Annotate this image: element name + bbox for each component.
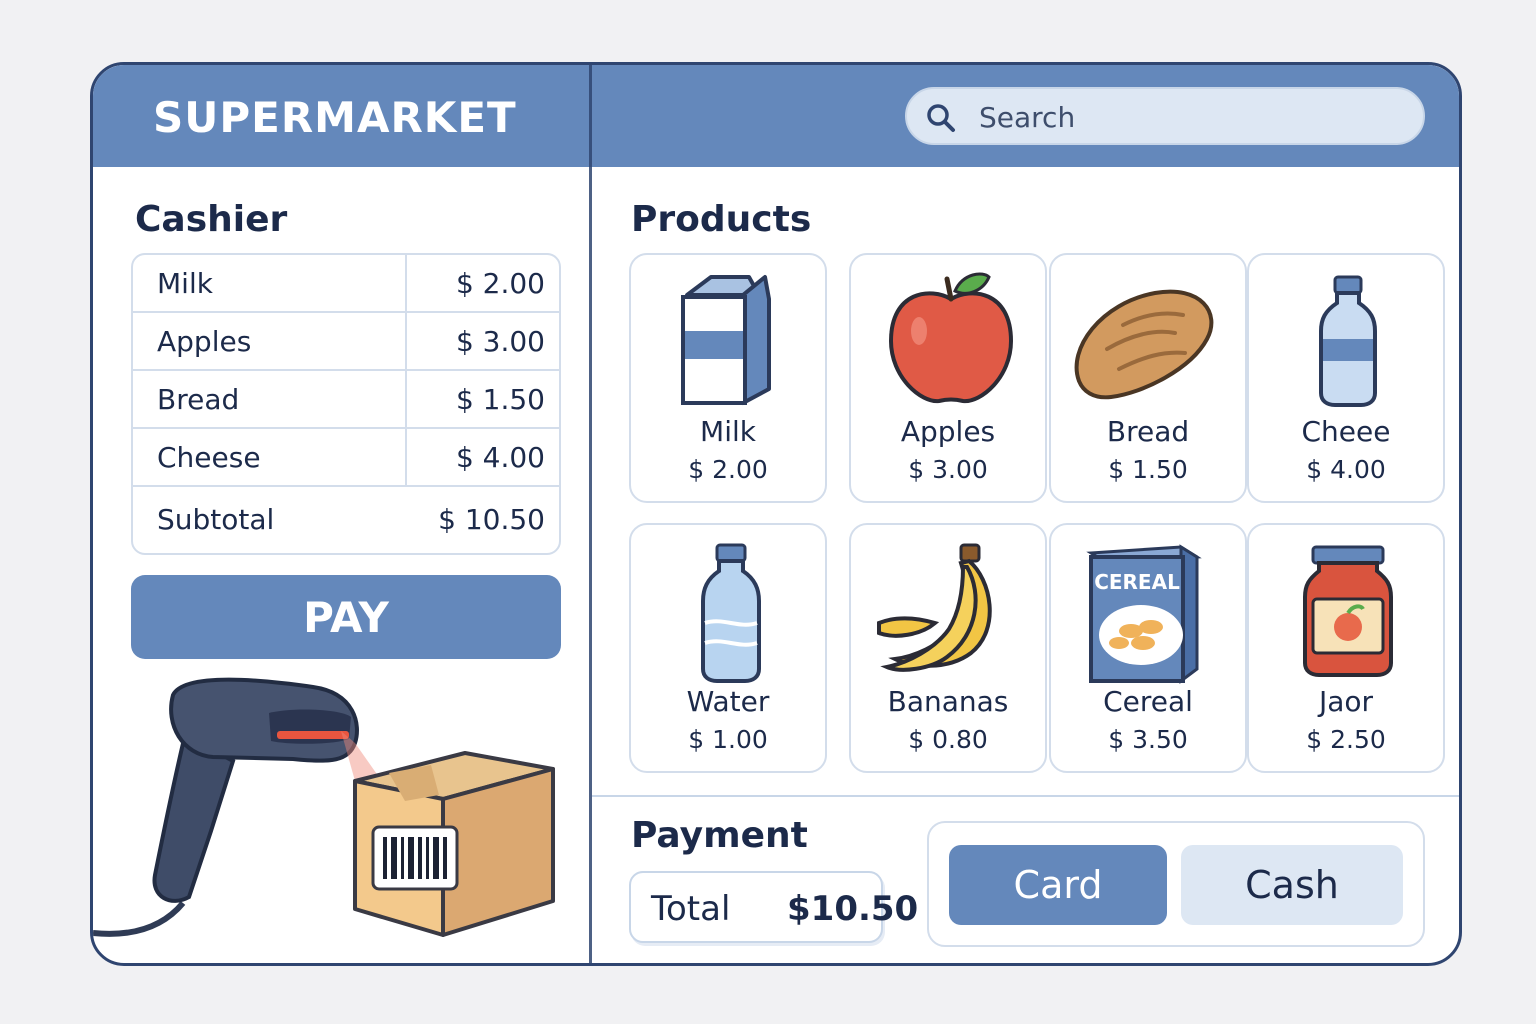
product-name: Bread	[1106, 415, 1190, 448]
receipt-item-name: Milk	[157, 267, 213, 300]
cereal-box-label: CEREAL	[1094, 570, 1180, 594]
column-separator	[405, 371, 407, 427]
product-price: $ 3.50	[1108, 725, 1188, 754]
product-name: Bananas	[887, 685, 1009, 718]
product-card-bananas[interactable]: Bananas $ 0.80	[849, 523, 1047, 773]
bottle-icon	[1319, 275, 1377, 407]
column-divider	[589, 65, 592, 963]
cashier-receipt-table: Milk $ 2.00 Apples $ 3.00 Bread $ 1.50 C…	[131, 253, 561, 555]
subtotal-row: Subtotal $ 10.50	[133, 489, 559, 553]
payment-method-group: Card Cash	[927, 821, 1425, 947]
receipt-item-name: Bread	[157, 383, 240, 416]
total-label: Total	[651, 889, 731, 929]
product-price: $ 0.80	[908, 725, 988, 754]
bread-icon	[1074, 289, 1214, 400]
product-card-water[interactable]: Water $ 1.00	[629, 523, 827, 773]
total-value: $10.50	[787, 889, 919, 929]
receipt-row: Milk $ 2.00	[133, 255, 559, 313]
product-card-apples[interactable]: Apples $ 3.00	[849, 253, 1047, 503]
product-card-bread[interactable]: Bread $ 1.50	[1049, 253, 1247, 503]
product-name: Water	[686, 685, 770, 718]
product-price: $ 2.50	[1306, 725, 1386, 754]
receipt-item-price: $ 4.00	[455, 441, 545, 474]
product-name: Milk	[700, 415, 756, 448]
cashier-title: Cashier	[135, 199, 288, 240]
product-price: $ 2.00	[688, 455, 768, 484]
products-title: Products	[631, 199, 812, 240]
product-card-cheee[interactable]: Cheee $ 4.00	[1247, 253, 1445, 503]
cereal-box-icon: CEREAL	[1086, 544, 1202, 684]
receipt-item-name: Apples	[157, 325, 252, 358]
product-price: $ 3.00	[908, 455, 988, 484]
payment-total-box: Total $10.50	[629, 871, 918, 943]
app-title: SUPERMARKET	[153, 93, 517, 142]
cardboard-box-icon	[353, 751, 555, 937]
search-input[interactable]	[979, 97, 1399, 137]
apple-icon	[888, 272, 1014, 404]
column-separator	[405, 255, 407, 311]
cash-payment-button[interactable]: Cash	[1181, 845, 1403, 925]
receipt-item-name: Cheese	[157, 441, 261, 474]
column-separator	[405, 429, 407, 485]
product-price: $ 1.50	[1108, 455, 1188, 484]
column-separator	[405, 313, 407, 369]
banana-icon	[877, 543, 992, 672]
product-name: Jaor	[1318, 685, 1374, 718]
search-bar[interactable]	[905, 87, 1425, 145]
receipt-row: Cheese $ 4.00	[133, 429, 559, 487]
receipt-item-price: $ 1.50	[455, 383, 545, 416]
product-name: Apples	[900, 415, 996, 448]
product-card-milk[interactable]: Milk $ 2.00	[629, 253, 827, 503]
receipt-item-price: $ 3.00	[455, 325, 545, 358]
section-divider	[592, 795, 1459, 797]
pay-button[interactable]: PAY	[131, 575, 561, 659]
barcode-scanner-icon	[93, 677, 359, 937]
pos-window: SUPERMARKET Cashier Milk $ 2.00 Apples $…	[90, 62, 1462, 966]
receipt-item-price: $ 2.00	[455, 267, 545, 300]
product-name: Cheee	[1301, 415, 1391, 448]
subtotal-label: Subtotal	[157, 503, 275, 536]
product-card-cereal[interactable]: CEREAL Cereal $ 3.50	[1049, 523, 1247, 773]
receipt-row: Bread $ 1.50	[133, 371, 559, 429]
product-name: Cereal	[1103, 685, 1193, 718]
jar-icon	[1303, 545, 1393, 677]
header-bar: SUPERMARKET	[93, 65, 1459, 167]
milk-carton-icon	[681, 275, 771, 405]
product-card-jaor[interactable]: Jaor $ 2.50	[1247, 523, 1445, 773]
product-price: $ 4.00	[1306, 455, 1386, 484]
card-payment-button[interactable]: Card	[949, 845, 1167, 925]
payment-title: Payment	[631, 815, 808, 856]
barcode-scanner-illustration	[93, 677, 555, 937]
subtotal-value: $ 10.50	[438, 503, 545, 536]
receipt-row: Apples $ 3.00	[133, 313, 559, 371]
product-price: $ 1.00	[688, 725, 768, 754]
water-bottle-icon	[701, 543, 761, 683]
search-icon	[927, 104, 955, 132]
